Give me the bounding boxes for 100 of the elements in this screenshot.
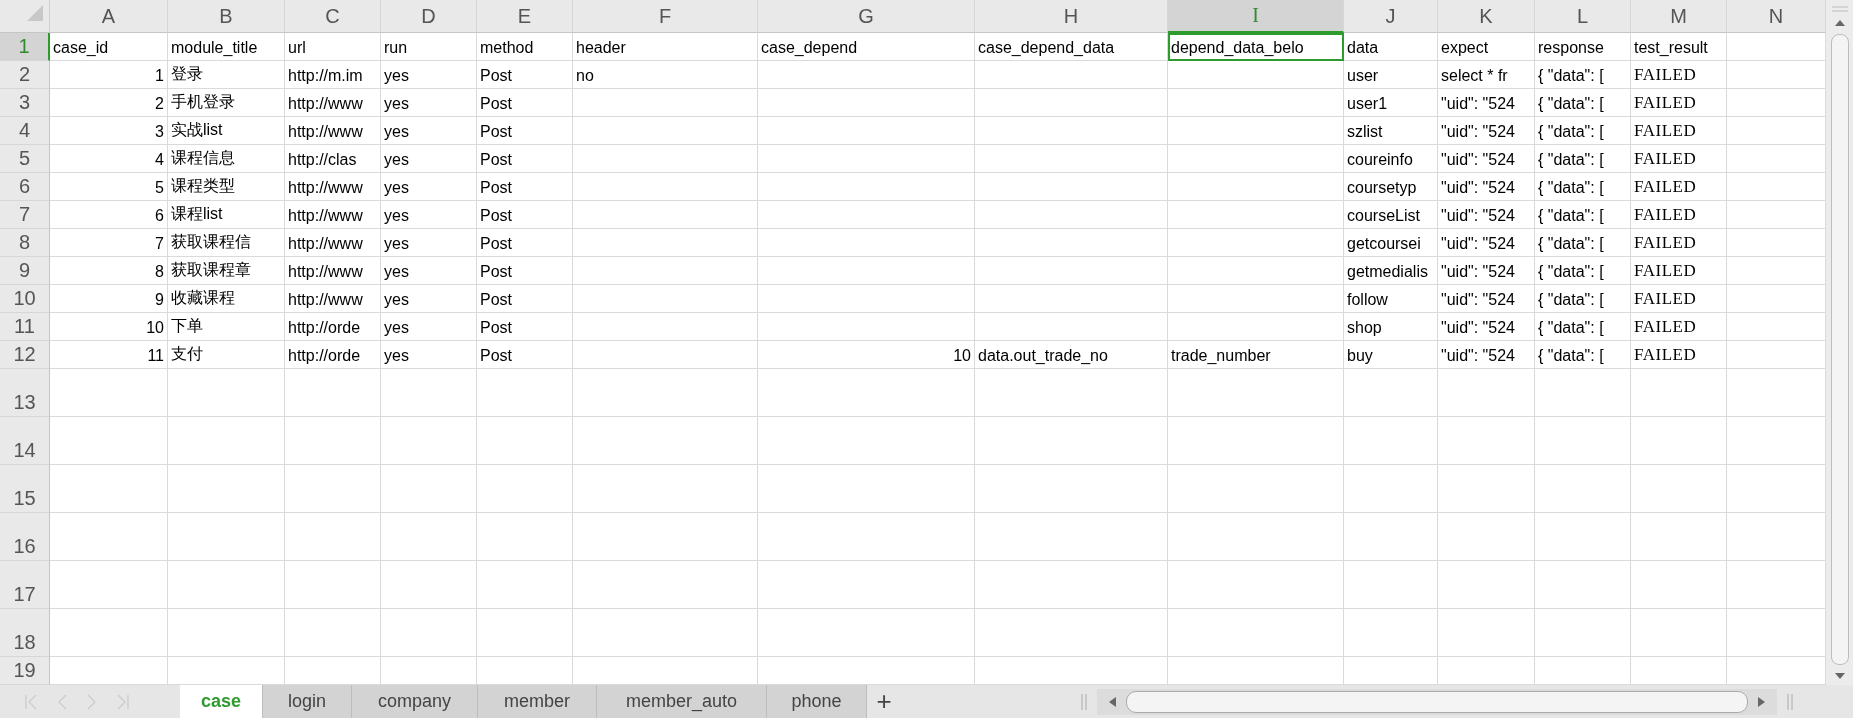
table-cell: FAILED (1631, 173, 1727, 201)
row-header[interactable]: 17 (0, 561, 50, 609)
table-cell: Post (477, 257, 573, 285)
table-cell: select * fr (1438, 61, 1535, 89)
table-cell: shop (1344, 313, 1438, 341)
table-cell: courseList (1344, 201, 1438, 229)
table-cell: run (381, 33, 477, 61)
row-header[interactable]: 13 (0, 369, 50, 417)
table-cell: Post (477, 313, 573, 341)
table-cell: follow (1344, 285, 1438, 313)
table-cell: 获取课程信 (168, 229, 285, 257)
column-header[interactable]: J (1344, 0, 1438, 33)
table-cell: Post (477, 201, 573, 229)
row-header[interactable]: 11 (0, 313, 50, 341)
row-header[interactable]: 6 (0, 173, 50, 201)
row-header[interactable]: 4 (0, 117, 50, 145)
row-header[interactable]: 2 (0, 61, 50, 89)
table-cell: Post (477, 229, 573, 257)
table-cell: FAILED (1631, 201, 1727, 229)
table-cell: buy (1344, 341, 1438, 369)
next-sheet-icon[interactable] (87, 693, 97, 710)
table-cell: Post (477, 61, 573, 89)
table-cell: "uid": "524 (1438, 341, 1535, 369)
select-all-icon[interactable] (27, 5, 43, 21)
scroll-up-icon[interactable] (1834, 20, 1845, 26)
column-header[interactable]: C (285, 0, 381, 33)
row-header[interactable]: 18 (0, 609, 50, 657)
scroll-down-icon[interactable] (1834, 673, 1845, 679)
column-header[interactable]: F (573, 0, 758, 33)
first-sheet-icon[interactable] (25, 693, 37, 710)
row-header[interactable]: 12 (0, 341, 50, 369)
scroll-thumb[interactable] (1830, 34, 1849, 665)
column-header[interactable]: E (477, 0, 573, 33)
horizontal-scrollbar[interactable] (1097, 688, 1777, 715)
column-header[interactable]: K (1438, 0, 1535, 33)
table-cell: 课程类型 (168, 173, 285, 201)
table-cell: 11 (50, 341, 168, 369)
row-header[interactable]: 16 (0, 513, 50, 561)
column-header[interactable]: L (1535, 0, 1631, 33)
splitter-icon[interactable] (1787, 693, 1793, 710)
sheet-tab[interactable]: login (263, 685, 352, 718)
table-cell: 下单 (168, 313, 285, 341)
row-header[interactable]: 9 (0, 257, 50, 285)
column-header[interactable]: N (1727, 0, 1826, 33)
table-cell: user (1344, 61, 1438, 89)
table-cell: { "data": [ (1535, 201, 1631, 229)
sheet-tab[interactable]: member (478, 685, 597, 718)
table-cell: { "data": [ (1535, 341, 1631, 369)
column-header[interactable]: B (168, 0, 285, 33)
table-cell: FAILED (1631, 89, 1727, 117)
table-cell: { "data": [ (1535, 229, 1631, 257)
table-cell: url (285, 33, 381, 61)
column-header[interactable]: H (975, 0, 1168, 33)
table-cell: http://www (285, 173, 381, 201)
table-cell: Post (477, 285, 573, 313)
sheet-tab[interactable]: phone (767, 685, 867, 718)
row-header[interactable]: 14 (0, 417, 50, 465)
vertical-scrollbar[interactable] (1826, 0, 1853, 685)
table-cell: header (573, 33, 758, 61)
column-header[interactable]: G (758, 0, 975, 33)
row-header[interactable]: 8 (0, 229, 50, 257)
table-cell: { "data": [ (1535, 89, 1631, 117)
table-cell: Post (477, 173, 573, 201)
sheet-tab[interactable]: member_auto (597, 685, 767, 718)
table-cell: { "data": [ (1535, 285, 1631, 313)
splitter-icon[interactable] (1081, 693, 1087, 710)
table-cell: 1 (50, 61, 168, 89)
table-cell: 3 (50, 117, 168, 145)
row-header[interactable]: 7 (0, 201, 50, 229)
scroll-left-icon[interactable] (1109, 696, 1116, 707)
column-header[interactable]: D (381, 0, 477, 33)
row-header[interactable]: 5 (0, 145, 50, 173)
table-cell: Post (477, 145, 573, 173)
table-cell: FAILED (1631, 117, 1727, 145)
table-cell: http://orde (285, 313, 381, 341)
scroll-thumb[interactable] (1126, 690, 1748, 713)
row-header[interactable]: 15 (0, 465, 50, 513)
previous-sheet-icon[interactable] (57, 693, 67, 710)
table-cell: { "data": [ (1535, 257, 1631, 285)
table-cell: trade_number (1168, 341, 1344, 369)
column-header[interactable]: A (50, 0, 168, 33)
table-cell: data.out_trade_no (975, 341, 1168, 369)
table-cell: data (1344, 33, 1438, 61)
table-cell: getmedialis (1344, 257, 1438, 285)
table-cell: "uid": "524 (1438, 285, 1535, 313)
table-cell: yes (381, 257, 477, 285)
table-cell: FAILED (1631, 229, 1727, 257)
table-cell: http://orde (285, 341, 381, 369)
table-cell: yes (381, 201, 477, 229)
scroll-right-icon[interactable] (1758, 696, 1765, 707)
table-cell: getcoursei (1344, 229, 1438, 257)
row-header[interactable]: 3 (0, 89, 50, 117)
row-header[interactable]: 19 (0, 657, 50, 685)
table-cell: 7 (50, 229, 168, 257)
row-header[interactable]: 10 (0, 285, 50, 313)
grip-icon (1831, 6, 1848, 12)
sheet-tab[interactable]: case (180, 685, 263, 718)
last-sheet-icon[interactable] (117, 693, 129, 710)
sheet-tab[interactable]: company (352, 685, 478, 718)
column-header[interactable]: M (1631, 0, 1727, 33)
